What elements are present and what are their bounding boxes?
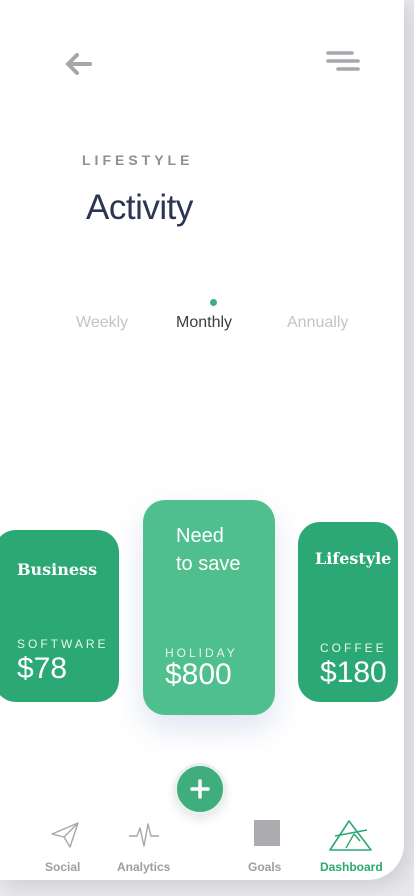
card-lifestyle[interactable]: Lifestyle COFFEE $180 — [298, 522, 398, 702]
send-triangle-icon — [329, 820, 372, 851]
card-amount: $78 — [17, 652, 68, 685]
nav-label: Dashboard — [320, 860, 383, 874]
paper-plane-icon — [51, 822, 79, 848]
tab-annually[interactable]: Annually — [287, 314, 348, 332]
back-button[interactable] — [60, 48, 100, 82]
square-icon — [254, 820, 280, 846]
page-title: Activity — [86, 188, 193, 227]
card-subtitle: COFFEE — [320, 641, 387, 655]
tab-monthly[interactable]: Monthly — [176, 314, 232, 332]
card-title: Business — [17, 560, 98, 579]
tab-weekly[interactable]: Weekly — [76, 314, 128, 332]
plus-icon — [190, 779, 210, 799]
nav-label: Analytics — [117, 860, 171, 874]
add-button[interactable] — [174, 763, 226, 815]
menu-button[interactable] — [322, 48, 366, 76]
card-title: Lifestyle — [315, 549, 392, 568]
card-title-line-2: to save — [176, 553, 241, 575]
menu-lines-icon — [326, 51, 360, 71]
card-business[interactable]: Business SOFTWARE $78 — [0, 530, 119, 702]
card-holiday-saving[interactable]: Need to save HOLIDAY $800 — [143, 500, 275, 715]
card-subtitle: SOFTWARE — [17, 637, 109, 651]
active-tab-indicator — [210, 299, 217, 306]
nav-label: Goals — [248, 860, 282, 874]
category-label: LIFESTYLE — [82, 152, 194, 168]
card-amount: $800 — [165, 658, 232, 691]
arrow-left-icon — [66, 53, 92, 75]
pulse-icon — [129, 823, 159, 847]
card-amount: $180 — [320, 656, 387, 689]
card-title-line-1: Need — [176, 525, 224, 547]
nav-label: Social — [45, 860, 81, 874]
device-frame: LIFESTYLE Activity Weekly Monthly Annual… — [0, 0, 414, 896]
app-screen: LIFESTYLE Activity Weekly Monthly Annual… — [0, 0, 404, 880]
